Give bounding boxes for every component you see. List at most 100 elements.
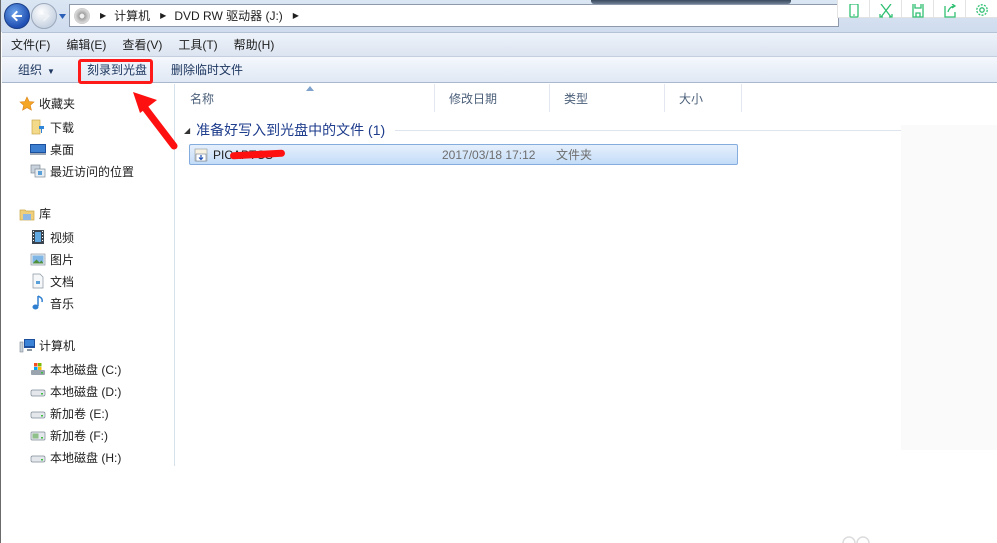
- menu-edit[interactable]: 编辑(E): [57, 36, 113, 53]
- downloads-folder-icon: [31, 119, 44, 135]
- empty-area: [2, 466, 997, 543]
- nav-item-label: 下载: [50, 120, 75, 135]
- arrow-left-icon: [11, 10, 22, 22]
- group-header[interactable]: ◢ 准备好写入到光盘中的文件 (1): [184, 120, 997, 140]
- organize-button[interactable]: 组织 ▼: [8, 61, 65, 78]
- nav-item-documents[interactable]: 文档: [30, 271, 74, 291]
- nav-libraries[interactable]: 库: [19, 205, 51, 222]
- breadcrumb-separator[interactable]: ▶: [160, 11, 166, 20]
- menu-bar: 文件(F) 编辑(E) 查看(V) 工具(T) 帮助(H): [2, 32, 997, 56]
- menu-help[interactable]: 帮助(H): [225, 36, 282, 53]
- watermark-icon: [842, 536, 870, 543]
- file-type: 文件夹: [556, 148, 593, 162]
- arrow-right-icon: [39, 10, 50, 22]
- nav-item-music[interactable]: 音乐: [30, 293, 74, 313]
- column-header-label: 大小: [679, 91, 704, 106]
- menu-file[interactable]: 文件(F): [2, 36, 57, 53]
- computer-icon: [19, 338, 35, 352]
- forward-button[interactable]: [31, 3, 57, 29]
- settings-button[interactable]: [966, 0, 997, 18]
- column-header-type[interactable]: 类型: [550, 84, 665, 112]
- desktop-icon: [30, 144, 46, 155]
- save-icon: [911, 4, 924, 18]
- recent-places-icon: [30, 164, 46, 178]
- file-list-pane: 名称 修改日期 类型 大小 ◢ 准备好写入到光盘中的文件 (1) PICAPTC…: [176, 84, 997, 466]
- picture-icon: [30, 253, 46, 266]
- video-icon: [32, 230, 44, 244]
- file-row[interactable]: PICAPTCS 2017/03/18 17:12 文件夹: [189, 144, 738, 165]
- back-button[interactable]: [4, 3, 30, 29]
- breadcrumb-separator[interactable]: ▶: [100, 11, 106, 20]
- save-button[interactable]: [902, 0, 934, 18]
- nav-computer[interactable]: 计算机: [19, 337, 75, 354]
- fullscreen-button[interactable]: [870, 0, 902, 18]
- column-header-label: 修改日期: [449, 91, 498, 106]
- address-bar[interactable]: ▶ 计算机 ▶ DVD RW 驱动器 (J:) ▶: [69, 4, 839, 27]
- nav-item-drive-e[interactable]: 新加卷 (E:): [30, 403, 109, 423]
- nav-item-drive-c[interactable]: 本地磁盘 (C:): [30, 359, 121, 379]
- breadcrumb-dvd-drive[interactable]: DVD RW 驱动器 (J:): [174, 7, 282, 24]
- library-folder-icon: [19, 209, 35, 220]
- nav-item-desktop[interactable]: 桌面: [30, 139, 74, 159]
- hard-drive-icon: [30, 389, 46, 397]
- column-header-name[interactable]: 名称: [176, 84, 435, 112]
- phone-button[interactable]: [838, 0, 870, 18]
- annotation-highlight-box: [78, 59, 153, 84]
- nav-item-label: 本地磁盘 (H:): [50, 450, 122, 465]
- nav-item-label: 本地磁盘 (D:): [50, 384, 122, 399]
- scroll-area-background: [901, 125, 997, 450]
- dvd-drive-icon: [74, 7, 90, 24]
- nav-item-label: 图片: [50, 252, 75, 267]
- group-title: 准备好写入到光盘中的文件 (1): [196, 122, 386, 138]
- nav-item-videos[interactable]: 视频: [30, 227, 74, 247]
- image-drive-icon: [30, 431, 46, 441]
- system-drive-icon: [31, 363, 45, 375]
- annotation-redaction: [229, 149, 286, 160]
- document-icon: [32, 273, 44, 289]
- nav-item-drive-f[interactable]: 新加卷 (F:): [30, 425, 108, 445]
- column-header-label: 名称: [190, 91, 215, 106]
- column-header-size[interactable]: 大小: [665, 84, 742, 112]
- pending-burn-folder-icon: [194, 148, 208, 162]
- nav-item-label: 视频: [50, 230, 75, 245]
- hard-drive-icon: [30, 411, 46, 419]
- menu-tools[interactable]: 工具(T): [169, 36, 224, 53]
- nav-computer-label: 计算机: [39, 339, 76, 353]
- nav-item-label: 本地磁盘 (C:): [50, 362, 122, 377]
- column-headers: 名称 修改日期 类型 大小: [176, 84, 997, 112]
- chevron-down-icon: ▼: [47, 67, 55, 76]
- fullscreen-icon: [878, 4, 893, 18]
- nav-item-label: 音乐: [50, 296, 75, 311]
- star-icon: [19, 95, 35, 111]
- nav-item-recent-places[interactable]: 最近访问的位置: [30, 161, 134, 181]
- collapse-triangle-icon[interactable]: ◢: [184, 126, 190, 135]
- column-header-date[interactable]: 修改日期: [435, 84, 550, 112]
- recent-pages-dropdown[interactable]: [58, 12, 67, 21]
- phone-icon: [848, 4, 859, 18]
- nav-item-drive-d[interactable]: 本地磁盘 (D:): [30, 381, 121, 401]
- file-modified-date: 2017/03/18 17:12: [442, 147, 536, 162]
- nav-libraries-label: 库: [39, 207, 52, 221]
- nav-item-downloads[interactable]: 下载: [30, 117, 74, 137]
- share-icon: [943, 4, 956, 18]
- nav-item-pictures[interactable]: 图片: [30, 249, 74, 269]
- nav-item-label: 新加卷 (E:): [50, 406, 109, 421]
- floating-toolbar: [837, 0, 997, 18]
- sort-ascending-icon: [306, 86, 314, 91]
- settings-icon: [975, 4, 988, 16]
- nav-item-label: 桌面: [50, 142, 75, 157]
- nav-favorites[interactable]: 收藏夹: [19, 95, 75, 112]
- nav-item-drive-h[interactable]: 本地磁盘 (H:): [30, 447, 121, 467]
- organize-label: 组织: [18, 63, 43, 77]
- music-note-icon: [32, 295, 43, 310]
- nav-item-label: 新加卷 (F:): [50, 428, 108, 443]
- breadcrumb-computer[interactable]: 计算机: [114, 7, 150, 24]
- hard-drive-icon: [30, 455, 46, 463]
- annotation-arrow-icon: [133, 92, 178, 150]
- delete-temp-files-button[interactable]: 删除临时文件: [161, 61, 253, 78]
- menu-view[interactable]: 查看(V): [113, 36, 169, 53]
- share-button[interactable]: [934, 0, 966, 18]
- column-header-label: 类型: [564, 91, 589, 106]
- breadcrumb-separator[interactable]: ▶: [293, 11, 299, 20]
- nav-item-label: 文档: [50, 274, 75, 289]
